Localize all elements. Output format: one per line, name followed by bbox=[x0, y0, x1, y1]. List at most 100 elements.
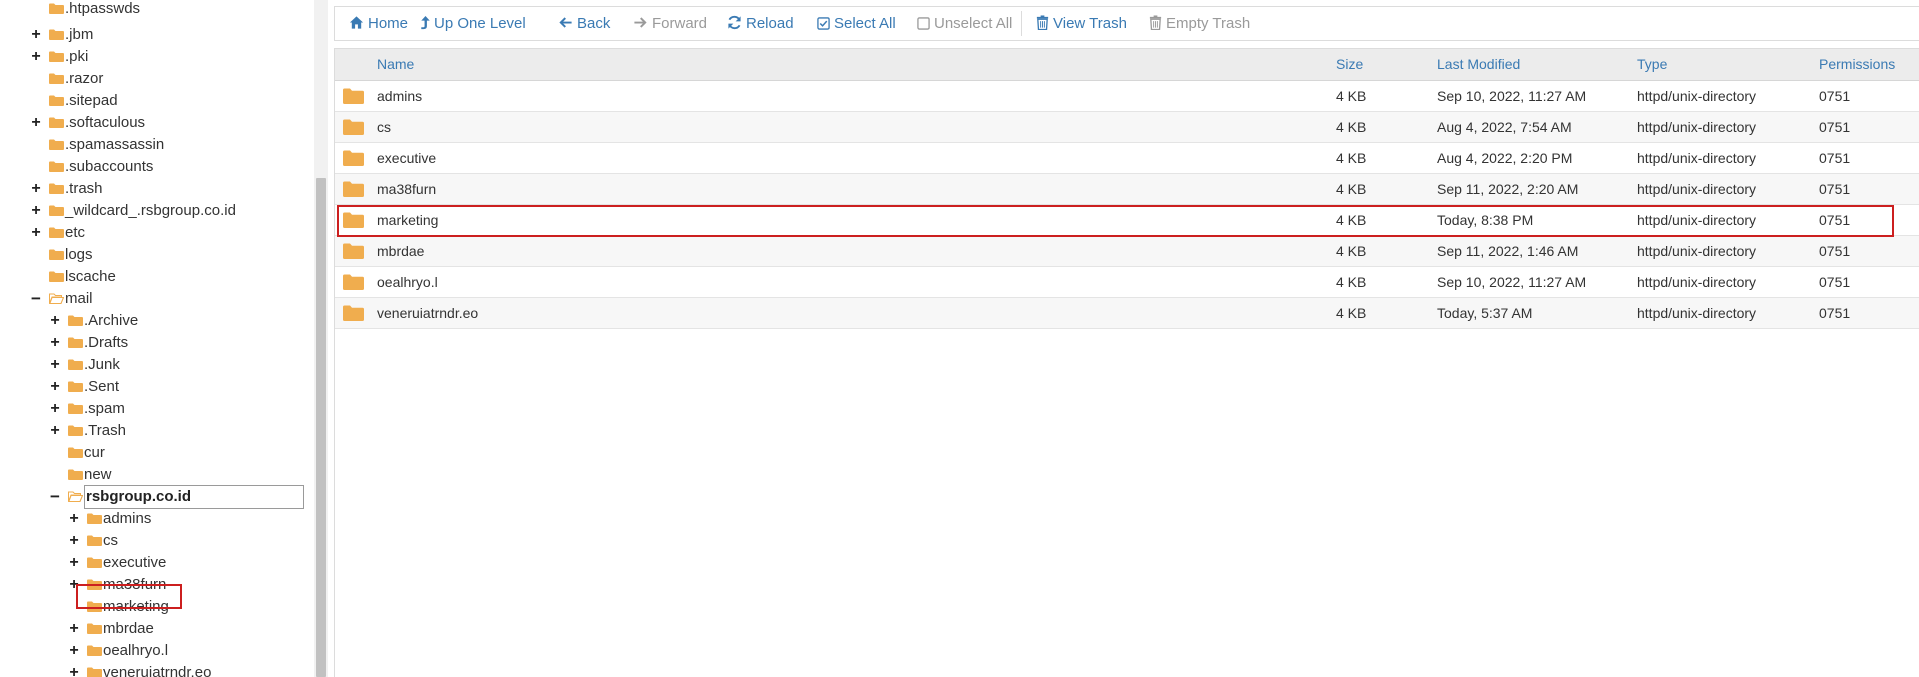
column-header-last-modified[interactable]: Last Modified bbox=[1437, 49, 1520, 80]
tree-scrollbar[interactable] bbox=[314, 0, 328, 677]
folder-icon bbox=[68, 425, 83, 436]
cell-name[interactable]: veneruiatrndr.eo bbox=[377, 298, 478, 328]
folder-icon bbox=[87, 513, 102, 524]
cell-name[interactable]: mbrdae bbox=[377, 236, 424, 266]
tree-item-label: .sitepad bbox=[65, 92, 118, 109]
home-label: Home bbox=[368, 15, 409, 32]
folder-icon bbox=[49, 271, 64, 282]
folder-icon bbox=[49, 205, 64, 216]
expand-toggle-icon[interactable]: + bbox=[67, 530, 81, 552]
tree-item-label: .razor bbox=[65, 70, 104, 87]
expand-toggle-icon[interactable]: + bbox=[48, 332, 62, 354]
cell-name[interactable]: oealhryo.l bbox=[377, 267, 438, 297]
cell-name[interactable]: ma38furn bbox=[377, 174, 436, 204]
cell-type: httpd/unix-directory bbox=[1637, 274, 1757, 290]
expand-toggle-icon[interactable]: + bbox=[29, 200, 43, 222]
folder-icon bbox=[343, 181, 364, 197]
folder-icon bbox=[68, 469, 83, 480]
tree-item-label: admins bbox=[103, 510, 152, 527]
expand-toggle-icon[interactable]: + bbox=[48, 376, 62, 398]
cell-perms: 0751 bbox=[1819, 274, 1851, 290]
empty-trash-button[interactable]: Empty Trash bbox=[1149, 7, 1250, 40]
select-all-button[interactable]: Select All bbox=[817, 7, 896, 40]
expand-toggle-icon[interactable]: + bbox=[29, 46, 43, 68]
tree-scrollbar-thumb[interactable] bbox=[316, 178, 326, 677]
view-trash-button[interactable]: View Trash bbox=[1036, 7, 1127, 40]
tree-item-label: .spam bbox=[84, 400, 125, 417]
tree-item-label: mbrdae bbox=[103, 620, 154, 637]
folder-icon bbox=[343, 88, 364, 104]
folder-icon bbox=[49, 249, 64, 260]
expand-toggle-icon[interactable]: + bbox=[48, 398, 62, 420]
table-row[interactable]: cs 4 KB Aug 4, 2022, 7:54 AM httpd/unix-dir… bbox=[335, 112, 1919, 143]
collapse-toggle-icon[interactable]: − bbox=[48, 486, 62, 508]
checkbox-empty-icon bbox=[917, 17, 930, 30]
expand-toggle-icon[interactable]: + bbox=[67, 618, 81, 640]
cell-size: 4 KB bbox=[1336, 88, 1367, 104]
unselect-all-button[interactable]: Unselect All bbox=[917, 7, 1012, 40]
expand-toggle-icon[interactable]: + bbox=[29, 222, 43, 244]
expand-toggle-icon[interactable]: + bbox=[29, 112, 43, 134]
cell-modified: Aug 4, 2022, 7:54 AM bbox=[1437, 119, 1572, 135]
folder-open-icon bbox=[49, 293, 64, 304]
expand-toggle-icon[interactable]: + bbox=[67, 508, 81, 530]
tree-item-label: .Sent bbox=[84, 378, 120, 395]
file-list-table: Name Size Last Modified Type Permissions… bbox=[334, 48, 1919, 677]
tree-item-label: .subaccounts bbox=[65, 158, 154, 175]
folder-icon bbox=[343, 305, 364, 321]
expand-toggle-icon[interactable]: + bbox=[67, 552, 81, 574]
column-header-permissions[interactable]: Permissions bbox=[1819, 49, 1895, 80]
cell-name[interactable]: executive bbox=[377, 143, 436, 173]
cell-size: 4 KB bbox=[1336, 305, 1367, 321]
tree-item-label: .Junk bbox=[84, 356, 120, 373]
folder-icon bbox=[87, 645, 102, 656]
folder-open-icon bbox=[68, 491, 83, 502]
table-row[interactable]: oealhryo.l 4 KB Sep 10, 2022, 11:27 AM http… bbox=[335, 267, 1919, 298]
folder-icon bbox=[49, 73, 64, 84]
reload-button[interactable]: Reload bbox=[727, 7, 794, 40]
collapse-toggle-icon[interactable]: − bbox=[29, 288, 43, 310]
expand-toggle-icon[interactable]: + bbox=[29, 24, 43, 46]
tree-item-label: executive bbox=[103, 554, 167, 571]
table-row[interactable]: executive 4 KB Aug 4, 2022, 2:20 PM httpd/u… bbox=[335, 143, 1919, 174]
toolbar-divider bbox=[1021, 11, 1022, 36]
table-header: Name Size Last Modified Type Permissions bbox=[335, 49, 1919, 81]
cell-size: 4 KB bbox=[1336, 119, 1367, 135]
table-row[interactable]: veneruiatrndr.eo 4 KB Today, 5:37 AM httpd/… bbox=[335, 298, 1919, 329]
tree-item-label: .softaculous bbox=[65, 114, 146, 131]
cell-perms: 0751 bbox=[1819, 305, 1851, 321]
up-one-level-button[interactable]: Up One Level bbox=[420, 7, 526, 40]
forward-button[interactable]: Forward bbox=[633, 7, 707, 40]
back-button[interactable]: Back bbox=[558, 7, 610, 40]
table-row[interactable]: admins 4 KB Sep 10, 2022, 11:27 AM httpd/un… bbox=[335, 81, 1919, 112]
folder-icon bbox=[68, 447, 83, 458]
level-up-icon bbox=[421, 15, 430, 30]
folder-icon bbox=[49, 139, 64, 150]
column-header-size[interactable]: Size bbox=[1336, 49, 1363, 80]
reload-label: Reload bbox=[746, 15, 794, 32]
expand-toggle-icon[interactable]: + bbox=[29, 178, 43, 200]
column-header-type[interactable]: Type bbox=[1637, 49, 1667, 80]
expand-toggle-icon[interactable]: + bbox=[48, 420, 62, 442]
cell-modified: Sep 10, 2022, 11:27 AM bbox=[1437, 88, 1587, 104]
cell-name[interactable]: cs bbox=[377, 112, 391, 142]
folder-icon bbox=[49, 29, 64, 40]
view-trash-label: View Trash bbox=[1053, 15, 1127, 32]
folder-icon bbox=[68, 315, 83, 326]
home-button[interactable]: Home bbox=[349, 7, 408, 40]
expand-toggle-icon[interactable]: + bbox=[48, 354, 62, 376]
folder-icon bbox=[49, 3, 64, 14]
folder-icon bbox=[49, 227, 64, 238]
home-icon bbox=[349, 16, 364, 29]
expand-toggle-icon[interactable]: + bbox=[67, 662, 81, 677]
cell-type: httpd/unix-directory bbox=[1637, 150, 1757, 166]
tree-item-label: .Archive bbox=[84, 312, 139, 329]
tree-item-label: .htpasswds bbox=[65, 0, 141, 17]
column-header-name[interactable]: Name bbox=[377, 49, 414, 80]
cell-name[interactable]: admins bbox=[377, 81, 422, 111]
table-row[interactable]: mbrdae 4 KB Sep 11, 2022, 1:46 AM httpd/uni… bbox=[335, 236, 1919, 267]
expand-toggle-icon[interactable]: + bbox=[67, 640, 81, 662]
expand-toggle-icon[interactable]: + bbox=[48, 310, 62, 332]
folder-icon bbox=[49, 51, 64, 62]
table-row[interactable]: ma38furn 4 KB Sep 11, 2022, 2:20 AM httpd/u… bbox=[335, 174, 1919, 205]
